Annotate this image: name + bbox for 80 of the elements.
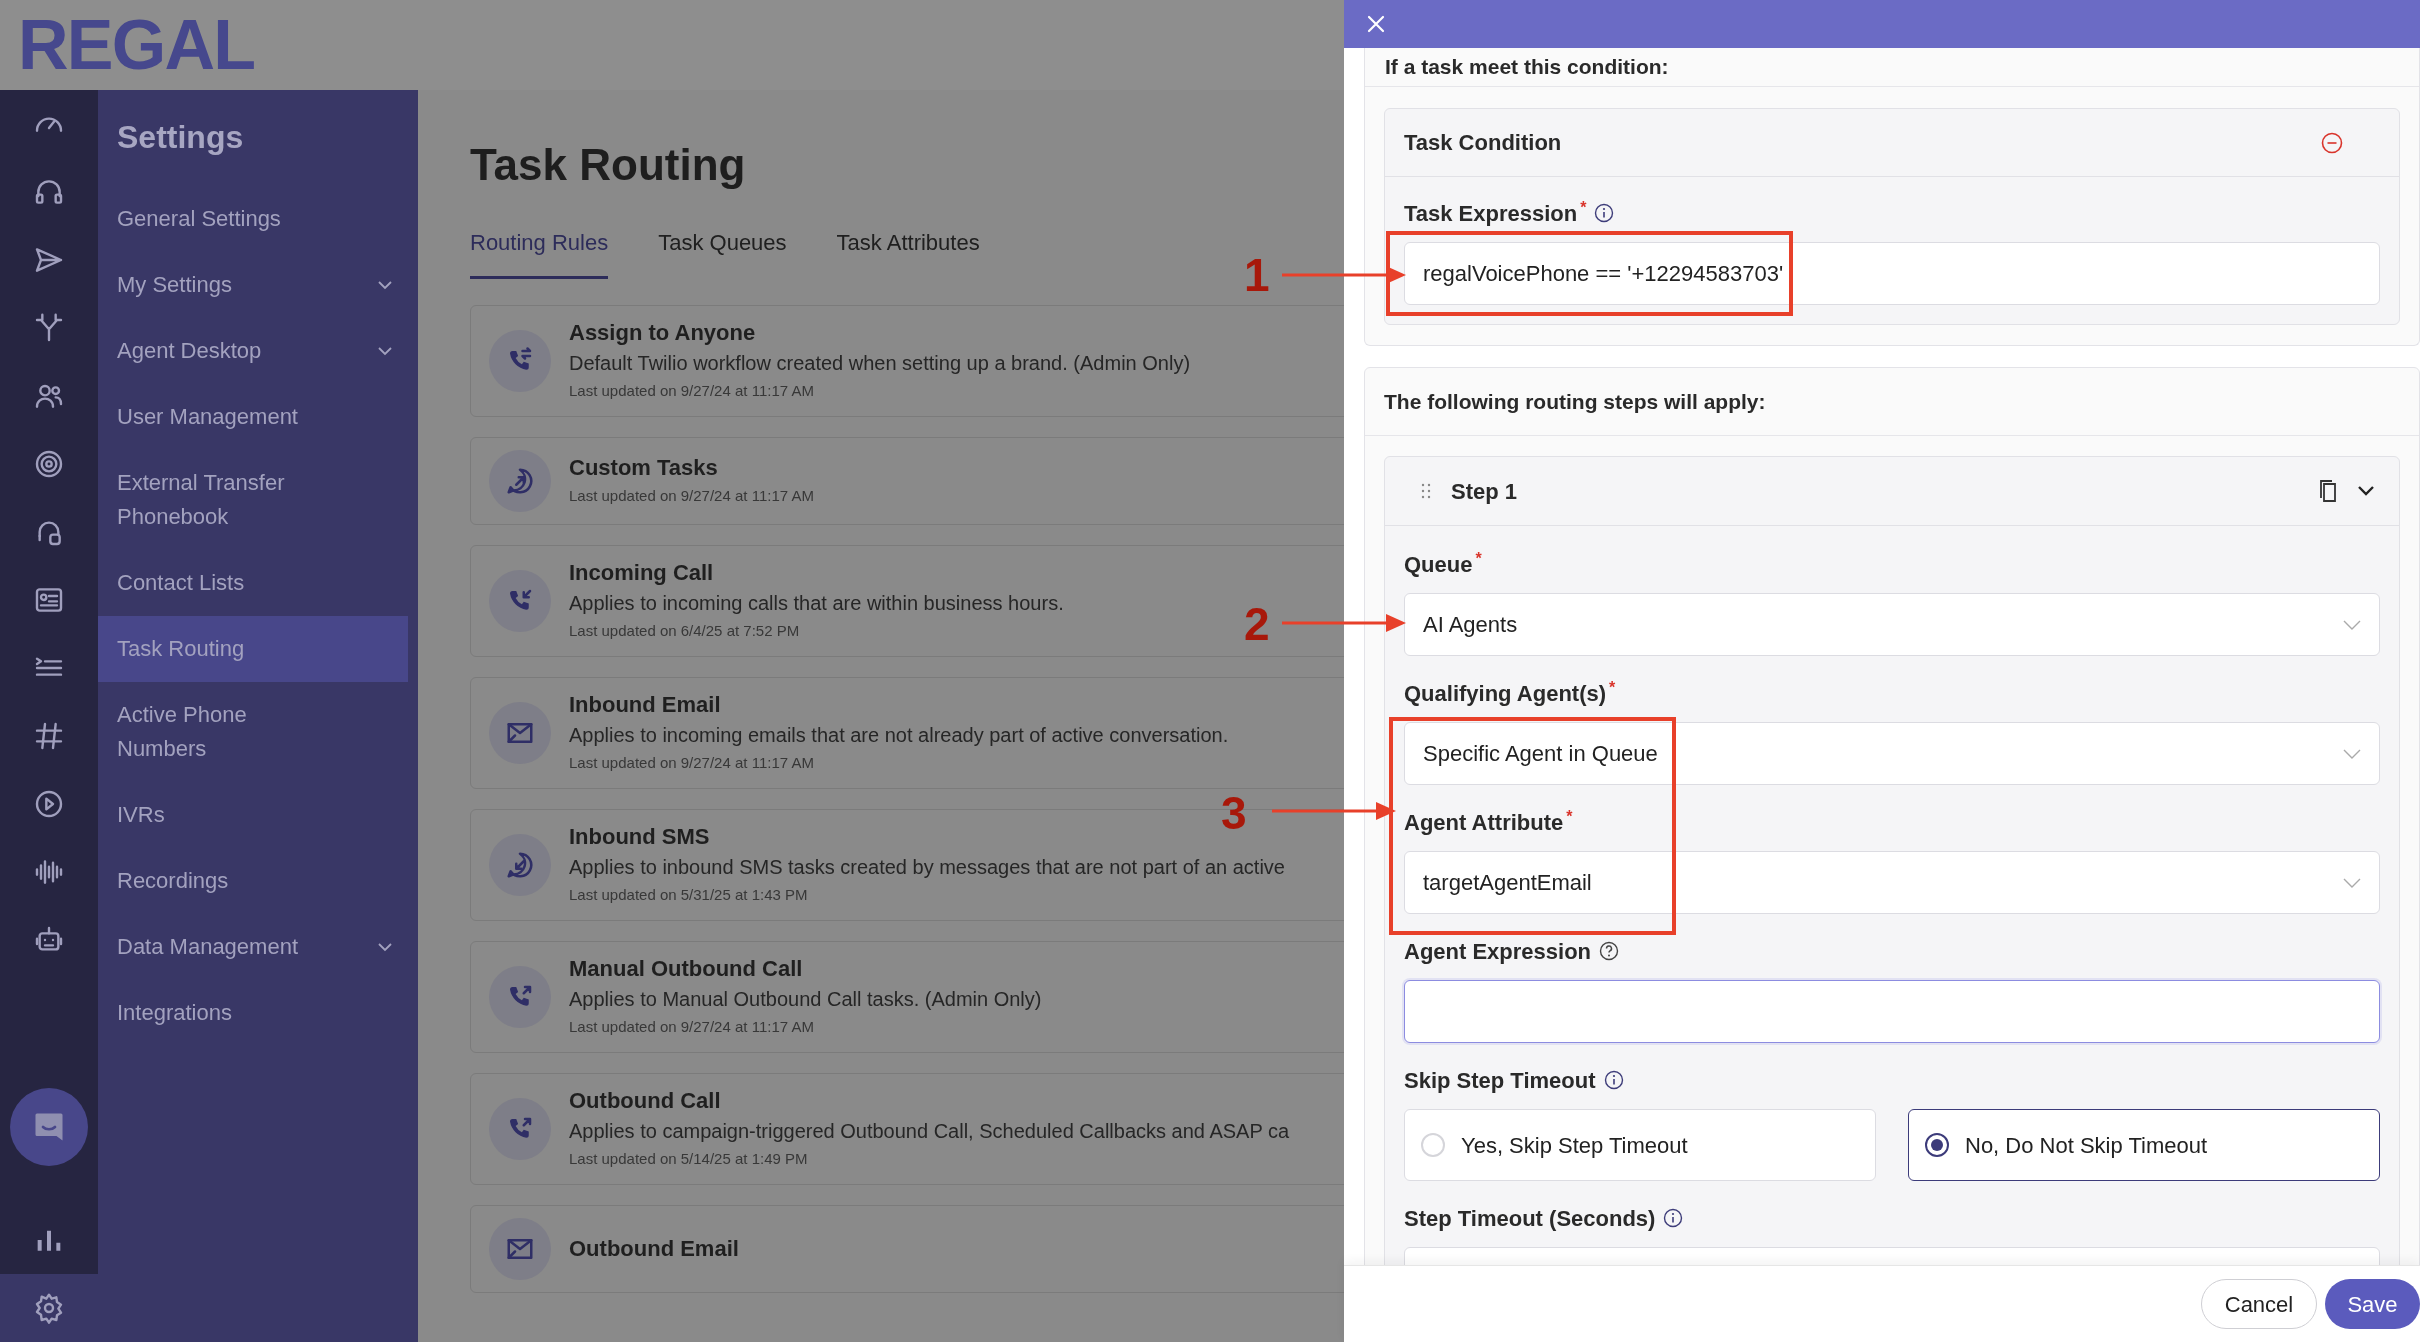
sidebar-item[interactable]: Active Phone Numbers — [98, 682, 408, 782]
last-updated-text: Last updated on 6/4/25 at 7:52 PM — [569, 621, 801, 641]
sidebar-item[interactable]: Data Management — [98, 914, 408, 980]
help-icon[interactable] — [1599, 941, 1620, 961]
field-label: Skip Step Timeout — [1404, 1066, 1596, 1095]
rule-title: Outbound Call — [569, 1087, 722, 1115]
rule-title: Outbound Email — [569, 1235, 739, 1263]
info-icon[interactable] — [1594, 203, 1615, 223]
split-arrow-icon — [33, 312, 65, 344]
sidebar-item[interactable]: External Transfer Phonebook — [98, 450, 408, 550]
drag-handle-icon[interactable] — [1421, 483, 1431, 499]
chevron-down-icon — [2343, 619, 2361, 630]
field-label: Agent Expression — [1404, 937, 1592, 966]
last-updated-text: Last updated on 5/31/25 at 1:43 PM — [569, 885, 809, 905]
settings-icon — [33, 1292, 65, 1324]
tab[interactable]: Task Queues — [658, 230, 787, 279]
sidebar-item[interactable]: Task Routing — [98, 616, 408, 682]
info-icon[interactable] — [1603, 1070, 1624, 1090]
last-updated-text: Last updated on 5/14/25 at 1:49 PM — [569, 1149, 809, 1169]
play-icon — [33, 788, 65, 820]
section-heading: The following routing steps will apply: — [1384, 388, 1766, 415]
field-label: Queue$^{*}$ — [1404, 548, 1482, 579]
rule-title: Manual Outbound Call — [569, 955, 804, 983]
rule-title: Custom Tasks — [569, 454, 719, 482]
page-title: Task Routing — [470, 140, 747, 190]
sidebar-item[interactable]: General Settings — [98, 186, 408, 252]
field-label: Qualifying Agent(s)$^{*}$ — [1404, 677, 1616, 708]
rule-title: Assign to Anyone — [569, 319, 757, 347]
tab[interactable]: Task Attributes — [836, 230, 980, 279]
last-updated-text: Last updated on 9/27/24 at 11:17 AM — [569, 753, 815, 773]
rule-description: Default Twilio workflow created when setting up a brand. (Admin Only) — [569, 351, 1191, 376]
nav-rail-item[interactable] — [0, 1274, 98, 1342]
last-updated-text: Last updated on 9/27/24 at 11:17 AM — [569, 1017, 815, 1037]
select-field[interactable]: Specific Agent in Queue — [1404, 722, 2380, 785]
field-label: Agent Attribute$^{*}$ — [1404, 806, 1573, 837]
rule-description: Applies to incoming emails that are not already part of active conversation. — [569, 723, 1229, 748]
chevron-down-icon[interactable] — [2357, 485, 2375, 497]
card-title: Task Condition — [1404, 129, 1562, 157]
radio-button — [1925, 1133, 1949, 1157]
annotation-number: 2 — [1244, 597, 1270, 651]
radio-button — [1421, 1133, 1445, 1157]
section-heading: If a task meet this condition: — [1385, 54, 1669, 81]
rule-description: Applies to Manual Outbound Call tasks. (Admin Only) — [569, 987, 1042, 1012]
sidebar-title: Settings — [116, 118, 245, 157]
chevron-down-icon — [2343, 748, 2361, 759]
rule-title: Incoming Call — [569, 559, 715, 587]
step-title: Step 1 — [1451, 477, 1519, 506]
input-field[interactable] — [1404, 980, 2380, 1043]
field-label: Step Timeout (Seconds) — [1404, 1204, 1656, 1233]
hash-icon — [33, 720, 65, 752]
rule-description: Applies to campaign-triggered Outbound Call, Scheduled Callbacks and ASAP ca — [569, 1119, 1290, 1144]
rule-title: Inbound SMS — [569, 823, 711, 851]
sidebar-item[interactable]: User Management — [98, 384, 408, 450]
save-button[interactable]: Save — [2325, 1279, 2420, 1329]
target-icon — [33, 448, 65, 480]
input-field[interactable]: regalVoicePhone == '+12294583703' — [1404, 242, 2380, 305]
last-updated-text: Last updated on 9/27/24 at 11:17 AM — [569, 381, 815, 401]
field-label: Task Expression$^{*}$ — [1404, 197, 1587, 228]
sidebar-item[interactable]: Contact Lists — [98, 550, 408, 616]
copy-icon[interactable] — [2319, 479, 2339, 503]
sidebar-item[interactable]: Agent Desktop — [98, 318, 408, 384]
sidebar-item[interactable]: IVRs — [98, 782, 408, 848]
radio-option[interactable]: Yes, Skip Step Timeout — [1404, 1109, 1876, 1181]
rule-description: Applies to incoming calls that are within business hours. — [569, 591, 1064, 616]
annotation-number: 1 — [1244, 248, 1270, 302]
select-field[interactable]: targetAgentEmail — [1404, 851, 2380, 914]
sidebar-item[interactable]: My Settings — [98, 252, 408, 318]
sidebar-item[interactable]: Recordings — [98, 848, 408, 914]
chevron-down-icon — [2343, 877, 2361, 888]
radio-option[interactable]: No, Do Not Skip Timeout — [1908, 1109, 2380, 1181]
logo: REGAL — [18, 10, 255, 80]
cancel-button[interactable]: Cancel — [2201, 1279, 2317, 1329]
remove-icon[interactable] — [2321, 131, 2343, 154]
info-icon[interactable] — [1663, 1208, 1684, 1228]
tab[interactable]: Routing Rules — [470, 230, 609, 279]
sidebar-item[interactable]: Integrations — [98, 980, 408, 1046]
select-field[interactable]: AI Agents — [1404, 593, 2380, 656]
rule-title: Inbound Email — [569, 691, 722, 719]
rule-description: Applies to inbound SMS tasks created by messages that are not part of an active — [569, 855, 1285, 880]
last-updated-text: Last updated on 9/27/24 at 11:17 AM — [569, 486, 814, 506]
